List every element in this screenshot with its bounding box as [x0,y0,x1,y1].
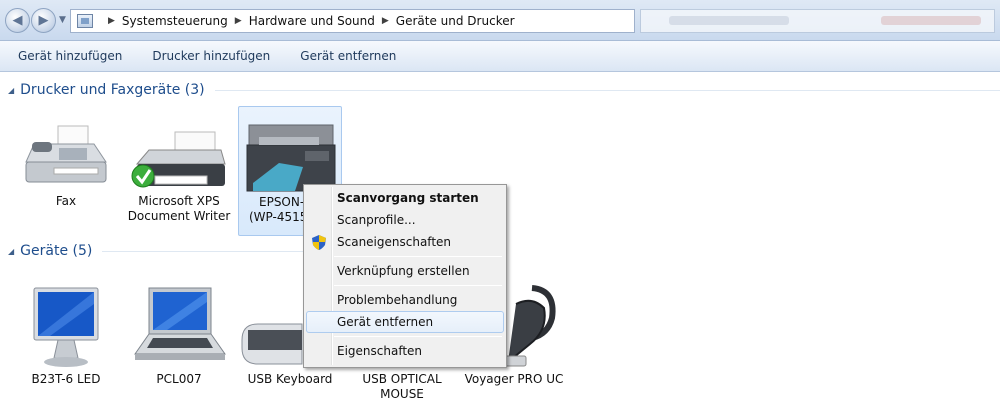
menu-item-properties[interactable]: Eigenschaften [306,340,504,362]
device-label: Fax [55,194,77,208]
recent-pages-dropdown[interactable]: ▼ [59,15,66,25]
multifunction-printer-icon [239,107,341,195]
menu-separator [334,256,502,257]
remove-device-button[interactable]: Gerät entfernen [300,49,396,63]
device-label: Voyager PRO UC [464,372,564,386]
chevron-right-icon[interactable]: ▶ [108,16,115,26]
device-tile-monitor[interactable]: B23T-6 LED [14,284,118,387]
breadcrumb-devices-printers[interactable]: Geräte und Drucker [396,14,515,28]
search-box[interactable] [640,9,995,33]
collapse-triangle-icon[interactable]: ◢ [8,86,14,95]
blurred-region [669,16,789,25]
uac-shield-icon [312,235,326,250]
device-tile-laptop[interactable]: PCL007 [127,284,231,387]
menu-item-troubleshoot[interactable]: Problembehandlung [306,289,504,311]
context-menu: Scanvorgang starten Scanprofile... Scane… [303,184,507,368]
device-label: USB OPTICAL [362,372,442,386]
laptop-icon [127,284,231,372]
group-divider [102,250,313,252]
monitor-icon [14,284,118,372]
blurred-region [881,16,981,25]
device-label: USB Keyboard [247,372,333,386]
printer-icon [127,106,231,194]
group-header-printers[interactable]: ◢ Drucker und Faxgeräte (3) [8,82,1000,98]
menu-separator [334,336,502,337]
breadcrumb-hardware[interactable]: Hardware und Sound [249,14,375,28]
chevron-right-icon[interactable]: ▶ [235,16,242,26]
menu-item-remove-device[interactable]: Gerät entfernen [306,311,504,333]
control-panel-icon [77,14,93,28]
group-divider [214,89,1000,91]
add-device-button[interactable]: Gerät hinzufügen [18,49,122,63]
device-tile-xps-writer[interactable]: Microsoft XPS Document Writer [127,106,231,224]
arrow-left-icon: ◀ [12,13,23,28]
device-label: MOUSE [380,387,424,401]
back-button[interactable]: ◀ [5,8,30,33]
forward-button[interactable]: ▶ [31,8,56,33]
menu-item-start-scan[interactable]: Scanvorgang starten [306,187,504,209]
device-label: Document Writer [127,209,231,223]
menu-separator [334,285,502,286]
chevron-right-icon[interactable]: ▶ [382,16,389,26]
devices-view: ◢ Drucker und Faxgeräte (3) Fax Microsof… [0,72,1000,405]
command-bar: Gerät hinzufügen Drucker hinzufügen Gerä… [0,41,1000,72]
arrow-right-icon: ▶ [38,13,49,28]
menu-item-scan-profiles[interactable]: Scanprofile... [306,209,504,231]
menu-item-scan-properties[interactable]: Scaneigenschaften [306,231,504,253]
add-printer-button[interactable]: Drucker hinzufügen [152,49,270,63]
fax-icon [14,106,118,194]
menu-item-label: Scaneigenschaften [337,235,452,249]
device-label: B23T-6 LED [31,372,101,386]
address-bar[interactable]: ▶ Systemsteuerung ▶ Hardware und Sound ▶… [70,9,635,33]
collapse-triangle-icon[interactable]: ◢ [8,247,14,256]
device-label: PCL007 [156,372,202,386]
breadcrumb-systemsteuerung[interactable]: Systemsteuerung [122,14,228,28]
device-label: Microsoft XPS [138,194,220,208]
group-header-devices[interactable]: ◢ Geräte (5) [8,243,313,259]
address-toolbar: ◀ ▶ ▼ ▶ Systemsteuerung ▶ Hardware und S… [0,0,1000,41]
device-tile-fax[interactable]: Fax [14,106,118,209]
menu-item-create-shortcut[interactable]: Verknüpfung erstellen [306,260,504,282]
